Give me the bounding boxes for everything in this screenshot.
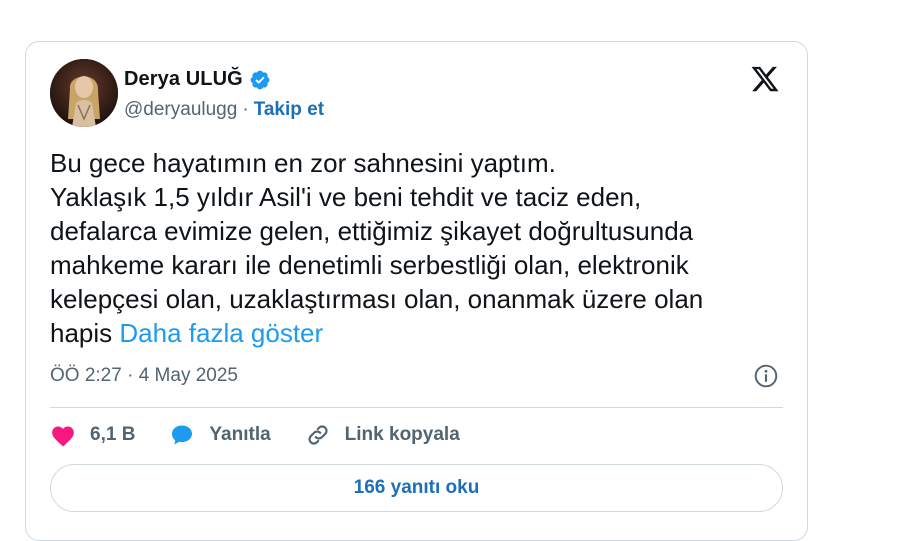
avatar[interactable] xyxy=(50,59,118,127)
like-count: 6,1 B xyxy=(90,424,136,445)
tweet-line-last: hapis Daha fazla göster xyxy=(50,316,790,350)
link-icon xyxy=(305,422,331,448)
read-replies-button[interactable]: 166 yanıtı oku xyxy=(50,464,783,512)
tweet-line: Yaklaşık 1,5 yıldır Asil'i ve beni tehdi… xyxy=(50,182,642,212)
copy-link-button[interactable]: Link kopyala xyxy=(305,422,460,448)
tweet-line: mahkeme kararı ile denetimli serbestliği… xyxy=(50,250,689,280)
verified-badge-icon xyxy=(249,69,271,91)
reply-button[interactable]: Yanıtla xyxy=(169,423,271,447)
like-button[interactable]: 6,1 B xyxy=(50,423,135,447)
divider xyxy=(50,407,783,408)
read-replies-label: 166 yanıtı oku xyxy=(353,477,480,498)
author-handle[interactable]: @deryaulugg xyxy=(124,99,237,121)
info-icon[interactable] xyxy=(753,363,779,389)
tweet-line: Bu gece hayatımın en zor sahnesini yaptı… xyxy=(50,148,556,178)
tweet-card: Derya ULUĞ @deryaulugg · Takip et Bu gec… xyxy=(25,41,808,541)
copy-link-label: Link kopyala xyxy=(344,424,460,445)
tweet-line-last-text: hapis xyxy=(50,318,120,348)
tweet-line: kelepçesi olan, uzaklaştırması olan, ona… xyxy=(50,284,704,314)
reply-label: Yanıtla xyxy=(209,424,271,445)
show-more-link[interactable]: Daha fazla göster xyxy=(119,318,323,348)
author-name[interactable]: Derya ULUĞ xyxy=(124,68,243,91)
x-logo-icon[interactable] xyxy=(749,64,781,94)
tweet-line: defalarca evimize gelen, ettiğimiz şikay… xyxy=(50,216,694,246)
tweet-timestamp[interactable]: ÖÖ 2:27 · 4 May 2025 xyxy=(50,365,238,387)
action-bar: 6,1 B Yanıtla Link kopyala xyxy=(50,422,494,448)
speech-bubble-icon xyxy=(169,423,195,447)
heart-icon xyxy=(50,423,76,447)
follow-button[interactable]: Takip et xyxy=(254,99,324,121)
separator-dot: · xyxy=(242,99,249,120)
tweet-text: Bu gece hayatımın en zor sahnesini yaptı… xyxy=(50,146,790,350)
